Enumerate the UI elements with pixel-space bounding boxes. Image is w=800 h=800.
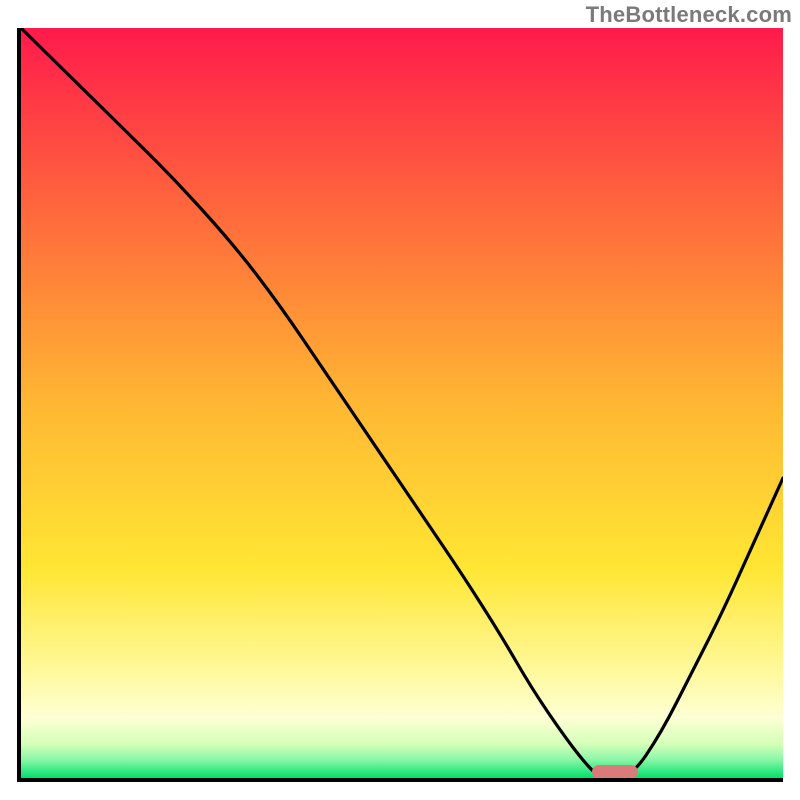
watermark-text: TheBottleneck.com bbox=[586, 2, 792, 28]
bottleneck-curve-path bbox=[21, 28, 783, 778]
curve-layer bbox=[21, 28, 783, 778]
optimal-marker bbox=[592, 765, 638, 779]
chart-stage: TheBottleneck.com bbox=[0, 0, 800, 800]
plot-area bbox=[17, 28, 783, 782]
